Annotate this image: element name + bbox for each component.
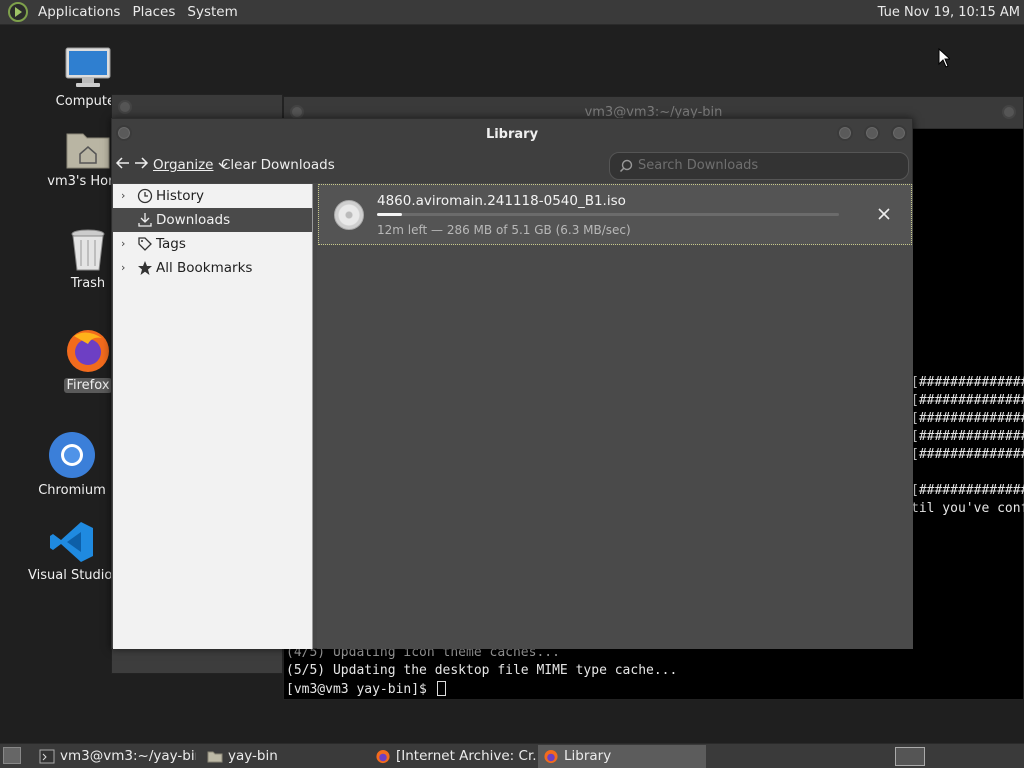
search-input[interactable]: [638, 158, 898, 173]
sidebar-item-label: Tags: [156, 236, 186, 252]
mate-logo-icon[interactable]: [8, 2, 28, 22]
clock-icon: [137, 188, 153, 204]
search-box[interactable]: [609, 152, 909, 180]
expand-arrow-icon[interactable]: ›: [121, 184, 125, 208]
mouse-pointer-icon: [938, 48, 950, 68]
taskbar-item-label: [Internet Archive: Cr...: [396, 748, 536, 764]
folder-icon: [207, 751, 223, 763]
firefox-icon: [544, 749, 558, 764]
taskbar-item-library[interactable]: Library: [538, 745, 706, 768]
sidebar-item-label: Downloads: [156, 212, 231, 228]
sidebar-item-label: History: [156, 188, 205, 204]
download-filename: 4860.aviromain.241118-0540_B1.iso: [377, 193, 626, 209]
forward-button[interactable]: [133, 155, 149, 175]
terminal-icon: [39, 749, 55, 764]
workspace-switcher[interactable]: [895, 747, 925, 766]
taskbar-item-label: yay-bin: [228, 748, 278, 764]
terminal-cursor: [436, 681, 446, 696]
top-menu: Applications Places System: [32, 0, 244, 25]
library-sidebar: › History Downloads › Tags › All Bookmar…: [113, 184, 313, 649]
maximize-button[interactable]: [864, 125, 880, 141]
library-window[interactable]: Library Organize Clear Downloads › Histo…: [111, 118, 913, 649]
sidebar-item-history[interactable]: › History: [113, 184, 312, 208]
library-toolbar: Organize Clear Downloads: [112, 149, 912, 183]
terminal-line: [##############]: [911, 411, 1024, 426]
terminal-line: [##############]: [911, 375, 1024, 390]
sidebar-item-all-bookmarks[interactable]: › All Bookmarks: [113, 256, 312, 280]
download-progress-bar: [377, 213, 839, 216]
library-title: Library: [485, 127, 539, 142]
desktop-icon-label: Visual Studio Code: [28, 568, 118, 583]
window-menu-button[interactable]: [118, 100, 132, 114]
taskbar-item-label: Library: [564, 748, 612, 764]
clear-downloads-button[interactable]: Clear Downloads: [221, 157, 335, 173]
places-menu[interactable]: Places: [126, 4, 181, 20]
chromium-icon: [48, 431, 96, 479]
firefox-icon: [376, 749, 390, 764]
tag-icon: [138, 237, 152, 251]
download-item[interactable]: 4860.aviromain.241118-0540_B1.iso 12m le…: [318, 184, 912, 245]
organize-button[interactable]: Organize: [153, 157, 228, 173]
expand-arrow-icon[interactable]: ›: [121, 232, 125, 256]
system-menu[interactable]: System: [181, 4, 243, 20]
top-panel: Applications Places System Tue Nov 19, 1…: [0, 0, 1024, 25]
terminal-prompt-text: [vm3@vm3 yay-bin]$: [286, 682, 435, 697]
taskbar-item-firefox-archive[interactable]: [Internet Archive: Cr...: [370, 745, 536, 768]
taskbar-item-folder[interactable]: yay-bin: [202, 745, 362, 768]
download-icon: [138, 213, 152, 227]
applications-menu[interactable]: Applications: [32, 4, 126, 20]
background-window-titlebar[interactable]: [112, 95, 282, 119]
download-progress-fill: [377, 213, 403, 216]
bottom-panel: vm3@vm3:~/yay-bin yay-bin [Internet Arch…: [0, 743, 1024, 768]
terminal-line: [##############]: [911, 393, 1024, 408]
trash-icon: [68, 228, 108, 272]
terminal-prompt[interactable]: [vm3@vm3 yay-bin]$: [286, 681, 446, 697]
disc-image-icon: [334, 200, 364, 230]
terminal-line: [##############]: [911, 447, 1024, 462]
desktop-icon-label: Firefox: [64, 378, 112, 393]
computer-icon: [64, 46, 112, 90]
desktop-icon-label: Chromium: [38, 483, 106, 498]
downloads-list: 4860.aviromain.241118-0540_B1.iso 12m le…: [317, 184, 913, 649]
library-titlebar[interactable]: Library: [112, 119, 912, 149]
desktop-icon-vscode[interactable]: Visual Studio Code: [22, 520, 122, 587]
close-button[interactable]: [891, 125, 907, 141]
cancel-download-icon[interactable]: [874, 204, 894, 224]
arrow-right-icon: [135, 157, 149, 169]
organize-label: Organize: [153, 157, 214, 173]
terminal-line: [##############]: [911, 429, 1024, 444]
vscode-icon: [49, 520, 95, 564]
firefox-icon: [64, 326, 112, 374]
sidebar-item-label: All Bookmarks: [156, 260, 253, 276]
terminal-line: [##############]: [911, 483, 1024, 498]
terminal-line: til you've conf: [911, 501, 1024, 516]
expand-arrow-icon[interactable]: ›: [121, 256, 125, 280]
desktop-icon-chromium[interactable]: Chromium: [22, 431, 122, 498]
terminal-minimize-button[interactable]: [1002, 105, 1016, 119]
sidebar-item-tags[interactable]: › Tags: [113, 232, 312, 256]
download-status: 12m left — 286 MB of 5.1 GB (6.3 MB/sec): [377, 223, 631, 237]
minimize-button[interactable]: [837, 125, 853, 141]
show-desktop-icon[interactable]: [3, 747, 21, 764]
arrow-left-icon: [115, 157, 129, 169]
taskbar-item-label: vm3@vm3:~/yay-bin: [60, 748, 196, 764]
back-button[interactable]: [115, 155, 131, 175]
search-icon: [619, 159, 633, 173]
home-folder-icon: [65, 128, 111, 170]
clock[interactable]: Tue Nov 19, 10:15 AM: [878, 0, 1020, 25]
taskbar-item-terminal[interactable]: vm3@vm3:~/yay-bin: [34, 745, 196, 768]
star-icon: [138, 261, 152, 275]
sidebar-item-downloads[interactable]: Downloads: [113, 208, 312, 232]
terminal-line: (5/5) Updating the desktop file MIME typ…: [286, 663, 678, 678]
desktop-icon-label: Trash: [70, 276, 106, 291]
